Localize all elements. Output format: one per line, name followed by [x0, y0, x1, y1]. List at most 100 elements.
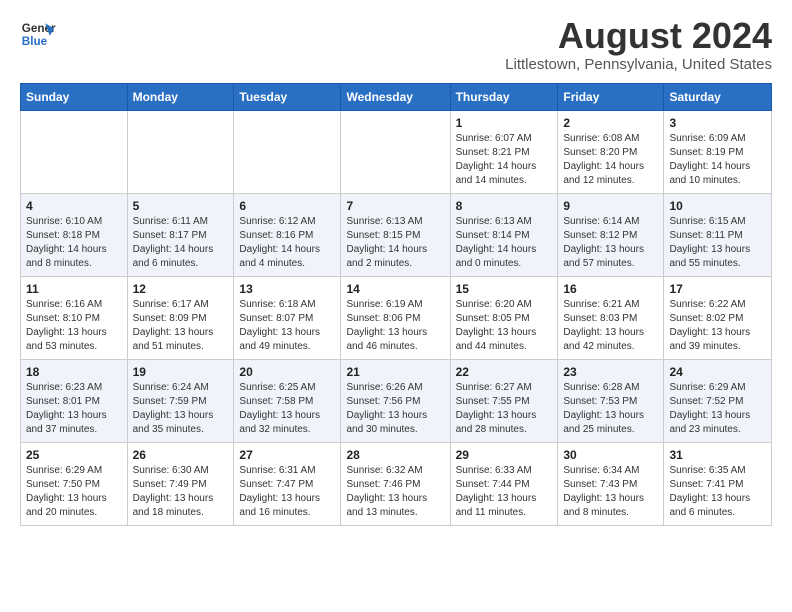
day-number: 22 — [456, 365, 553, 379]
day-info: Sunrise: 6:34 AM Sunset: 7:43 PM Dayligh… — [563, 464, 658, 520]
calendar-cell: 28Sunrise: 6:32 AM Sunset: 7:46 PM Dayli… — [341, 442, 450, 525]
day-info: Sunrise: 6:29 AM Sunset: 7:50 PM Dayligh… — [26, 464, 122, 520]
day-number: 11 — [26, 282, 122, 296]
calendar-row: 1Sunrise: 6:07 AM Sunset: 8:21 PM Daylig… — [21, 110, 772, 193]
calendar-cell: 30 Sunrise: 6:34 AM Sunset: 7:43 PM Dayli… — [558, 442, 664, 525]
day-number: 17 — [669, 282, 766, 296]
svg-text:Blue: Blue — [22, 35, 48, 48]
col-header-tuesday: Tuesday — [234, 83, 341, 110]
day-info: Sunrise: 6:28 AM Sunset: 7:53 PM Dayligh… — [563, 381, 658, 437]
calendar-cell: 22 Sunrise: 6:27 AM Sunset: 7:55 PM Dayli… — [450, 359, 558, 442]
day-number: 21 — [346, 365, 444, 379]
day-info: Sunrise: 6:08 AM Sunset: 8:20 PM Dayligh… — [563, 132, 658, 188]
day-info: Sunrise: 6:16 AM Sunset: 8:10 PM Dayligh… — [26, 298, 122, 354]
day-info: Sunrise: 6:17 AM Sunset: 8:09 PM Dayligh… — [133, 298, 229, 354]
header: General Blue August 2024 Littlestown, Pe… — [20, 16, 772, 73]
calendar-cell: 23Sunrise: 6:28 AM Sunset: 7:53 PM Dayli… — [558, 359, 664, 442]
day-number: 28 — [346, 448, 444, 462]
calendar-cell: 6Sunrise: 6:12 AM Sunset: 8:16 PM Daylig… — [234, 193, 341, 276]
col-header-sunday: Sunday — [21, 83, 128, 110]
day-info: Sunrise: 6:25 AM Sunset: 7:58 PM Dayligh… — [239, 381, 335, 437]
calendar-cell: 9 Sunrise: 6:14 AM Sunset: 8:12 PM Daylig… — [558, 193, 664, 276]
calendar-cell: 25 Sunrise: 6:29 AM Sunset: 7:50 PM Dayli… — [21, 442, 128, 525]
calendar-row: 4 Sunrise: 6:10 AM Sunset: 8:18 PM Daylig… — [21, 193, 772, 276]
day-number: 9 — [563, 199, 658, 213]
day-info: Sunrise: 6:29 AM Sunset: 7:52 PM Dayligh… — [669, 381, 766, 437]
calendar-cell: 17 Sunrise: 6:22 AM Sunset: 8:02 PM Dayli… — [664, 276, 772, 359]
day-number: 25 — [26, 448, 122, 462]
day-info: Sunrise: 6:14 AM Sunset: 8:12 PM Dayligh… — [563, 215, 658, 271]
day-number: 26 — [133, 448, 229, 462]
day-number: 10 — [669, 199, 766, 213]
col-header-saturday: Saturday — [664, 83, 772, 110]
day-info: Sunrise: 6:19 AM Sunset: 8:06 PM Dayligh… — [346, 298, 444, 354]
day-number: 12 — [133, 282, 229, 296]
day-number: 5 — [133, 199, 229, 213]
calendar-cell: 4 Sunrise: 6:10 AM Sunset: 8:18 PM Daylig… — [21, 193, 128, 276]
day-info: Sunrise: 6:21 AM Sunset: 8:03 PM Dayligh… — [563, 298, 658, 354]
calendar-cell: 29 Sunrise: 6:33 AM Sunset: 7:44 PM Dayli… — [450, 442, 558, 525]
day-info: Sunrise: 6:23 AM Sunset: 8:01 PM Dayligh… — [26, 381, 122, 437]
calendar-cell: 7Sunrise: 6:13 AM Sunset: 8:15 PM Daylig… — [341, 193, 450, 276]
col-header-monday: Monday — [127, 83, 234, 110]
header-row: SundayMondayTuesdayWednesdayThursdayFrid… — [21, 83, 772, 110]
calendar-cell: 20 Sunrise: 6:25 AM Sunset: 7:58 PM Dayli… — [234, 359, 341, 442]
calendar-cell — [341, 110, 450, 193]
day-number: 13 — [239, 282, 335, 296]
day-number: 2 — [563, 116, 658, 130]
calendar-cell — [234, 110, 341, 193]
day-info: Sunrise: 6:27 AM Sunset: 7:55 PM Dayligh… — [456, 381, 553, 437]
day-info: Sunrise: 6:11 AM Sunset: 8:17 PM Dayligh… — [133, 215, 229, 271]
calendar-row: 18 Sunrise: 6:23 AM Sunset: 8:01 PM Dayli… — [21, 359, 772, 442]
day-info: Sunrise: 6:22 AM Sunset: 8:02 PM Dayligh… — [669, 298, 766, 354]
calendar-header: SundayMondayTuesdayWednesdayThursdayFrid… — [21, 83, 772, 110]
col-header-wednesday: Wednesday — [341, 83, 450, 110]
day-number: 27 — [239, 448, 335, 462]
day-number: 31 — [669, 448, 766, 462]
calendar-cell: 31 Sunrise: 6:35 AM Sunset: 7:41 PM Dayli… — [664, 442, 772, 525]
subtitle: Littlestown, Pennsylvania, United States — [505, 56, 772, 73]
day-info: Sunrise: 6:33 AM Sunset: 7:44 PM Dayligh… — [456, 464, 553, 520]
logo: General Blue — [20, 16, 56, 52]
calendar-cell: 15Sunrise: 6:20 AM Sunset: 8:05 PM Dayli… — [450, 276, 558, 359]
day-info: Sunrise: 6:24 AM Sunset: 7:59 PM Dayligh… — [133, 381, 229, 437]
day-info: Sunrise: 6:10 AM Sunset: 8:18 PM Dayligh… — [26, 215, 122, 271]
day-info: Sunrise: 6:18 AM Sunset: 8:07 PM Dayligh… — [239, 298, 335, 354]
col-header-thursday: Thursday — [450, 83, 558, 110]
calendar-cell — [21, 110, 128, 193]
day-info: Sunrise: 6:26 AM Sunset: 7:56 PM Dayligh… — [346, 381, 444, 437]
day-info: Sunrise: 6:20 AM Sunset: 8:05 PM Dayligh… — [456, 298, 553, 354]
calendar-cell: 8Sunrise: 6:13 AM Sunset: 8:14 PM Daylig… — [450, 193, 558, 276]
main-title: August 2024 — [505, 16, 772, 56]
calendar-cell: 11 Sunrise: 6:16 AM Sunset: 8:10 PM Dayli… — [21, 276, 128, 359]
calendar-cell — [127, 110, 234, 193]
day-number: 16 — [563, 282, 658, 296]
day-number: 4 — [26, 199, 122, 213]
calendar-cell: 5 Sunrise: 6:11 AM Sunset: 8:17 PM Daylig… — [127, 193, 234, 276]
day-number: 30 — [563, 448, 658, 462]
calendar-table: SundayMondayTuesdayWednesdayThursdayFrid… — [20, 83, 772, 526]
calendar-cell: 1Sunrise: 6:07 AM Sunset: 8:21 PM Daylig… — [450, 110, 558, 193]
day-number: 14 — [346, 282, 444, 296]
calendar-cell: 16 Sunrise: 6:21 AM Sunset: 8:03 PM Dayli… — [558, 276, 664, 359]
calendar-cell: 10 Sunrise: 6:15 AM Sunset: 8:11 PM Dayli… — [664, 193, 772, 276]
day-number: 7 — [346, 199, 444, 213]
calendar-cell: 13 Sunrise: 6:18 AM Sunset: 8:07 PM Dayli… — [234, 276, 341, 359]
day-number: 20 — [239, 365, 335, 379]
calendar-cell: 21 Sunrise: 6:26 AM Sunset: 7:56 PM Dayli… — [341, 359, 450, 442]
day-number: 18 — [26, 365, 122, 379]
calendar-cell: 24Sunrise: 6:29 AM Sunset: 7:52 PM Dayli… — [664, 359, 772, 442]
calendar-cell: 14 Sunrise: 6:19 AM Sunset: 8:06 PM Dayli… — [341, 276, 450, 359]
day-info: Sunrise: 6:15 AM Sunset: 8:11 PM Dayligh… — [669, 215, 766, 271]
calendar-cell: 18 Sunrise: 6:23 AM Sunset: 8:01 PM Dayli… — [21, 359, 128, 442]
day-number: 29 — [456, 448, 553, 462]
day-number: 19 — [133, 365, 229, 379]
day-info: Sunrise: 6:30 AM Sunset: 7:49 PM Dayligh… — [133, 464, 229, 520]
day-info: Sunrise: 6:35 AM Sunset: 7:41 PM Dayligh… — [669, 464, 766, 520]
calendar-cell: 27Sunrise: 6:31 AM Sunset: 7:47 PM Dayli… — [234, 442, 341, 525]
calendar-row: 11 Sunrise: 6:16 AM Sunset: 8:10 PM Dayli… — [21, 276, 772, 359]
day-info: Sunrise: 6:07 AM Sunset: 8:21 PM Dayligh… — [456, 132, 553, 188]
day-info: Sunrise: 6:09 AM Sunset: 8:19 PM Dayligh… — [669, 132, 766, 188]
calendar-cell: 2 Sunrise: 6:08 AM Sunset: 8:20 PM Daylig… — [558, 110, 664, 193]
calendar-cell: 19 Sunrise: 6:24 AM Sunset: 7:59 PM Dayli… — [127, 359, 234, 442]
